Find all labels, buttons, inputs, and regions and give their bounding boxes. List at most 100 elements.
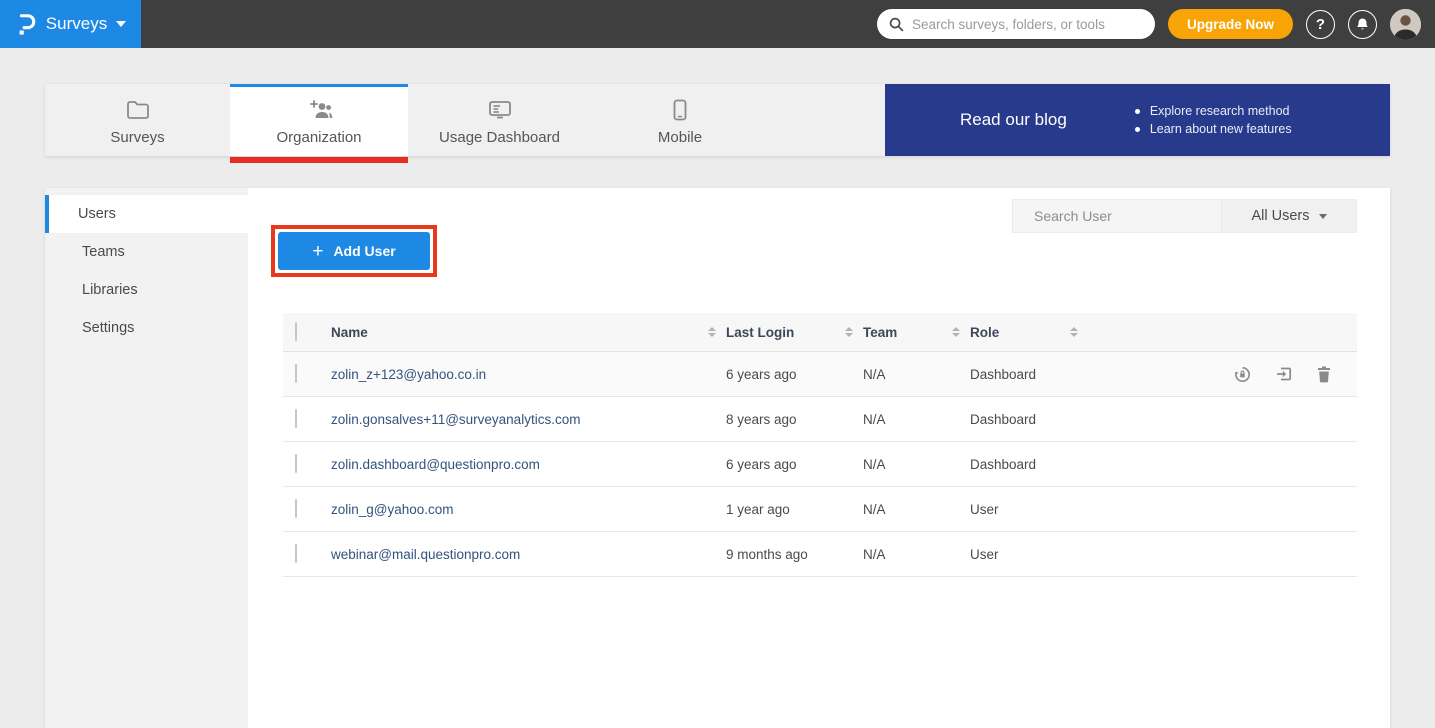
sort-icon[interactable]: [1070, 327, 1078, 337]
user-filter-value: All Users: [1251, 208, 1309, 224]
table-row: zolin.gonsalves+11@surveyanalytics.com 8…: [283, 397, 1357, 442]
product-name: Surveys: [46, 14, 107, 34]
avatar-photo: [1390, 9, 1421, 40]
user-name-link[interactable]: zolin_z+123@yahoo.co.in: [331, 367, 726, 382]
user-name-link[interactable]: webinar@mail.questionpro.com: [331, 547, 726, 562]
row-checkbox[interactable]: [295, 364, 297, 383]
bell-icon: [1355, 17, 1370, 32]
row-checkbox[interactable]: [295, 544, 297, 563]
chevron-down-icon: [1319, 214, 1327, 219]
last-login-cell: 6 years ago: [726, 367, 863, 382]
row-checkbox[interactable]: [295, 454, 297, 473]
table-row: zolin.dashboard@questionpro.com 6 years …: [283, 442, 1357, 487]
person-add-icon: [306, 98, 333, 122]
role-cell: Dashboard: [970, 367, 1088, 382]
col-name: Name: [331, 325, 368, 340]
table-row: zolin_z+123@yahoo.co.in 6 years ago N/A …: [283, 352, 1357, 397]
blog-banner[interactable]: Read our blog Explore research method Le…: [885, 84, 1390, 156]
row-checkbox[interactable]: [295, 409, 297, 428]
last-login-cell: 8 years ago: [726, 412, 863, 427]
login-as-user-icon[interactable]: [1275, 365, 1293, 384]
blog-banner-title: Read our blog: [960, 110, 1067, 130]
module-tabs: Surveys Organization Usage Dashboard: [45, 84, 1390, 156]
user-filter-dropdown[interactable]: All Users: [1222, 199, 1357, 233]
sort-icon[interactable]: [845, 327, 853, 337]
questionpro-logo-icon: [15, 11, 37, 37]
organization-panel: Users Teams Libraries Settings All Users…: [45, 188, 1390, 728]
row-checkbox[interactable]: [295, 499, 297, 518]
blog-bullet: Learn about new features: [1135, 122, 1292, 136]
table-row: zolin_g@yahoo.com 1 year ago N/A User: [283, 487, 1357, 532]
add-user-button[interactable]: + Add User: [278, 232, 430, 270]
select-all-checkbox[interactable]: [295, 322, 297, 341]
tab-label: Usage Dashboard: [439, 129, 560, 146]
col-role: Role: [970, 325, 999, 340]
col-team: Team: [863, 325, 897, 340]
role-cell: Dashboard: [970, 412, 1088, 427]
tab-label: Organization: [276, 129, 361, 146]
global-search[interactable]: [877, 9, 1155, 39]
topbar-actions: Upgrade Now ?: [877, 9, 1435, 40]
users-main: All Users + Add User Name Last Login Tea…: [248, 188, 1390, 728]
tab-organization[interactable]: Organization: [230, 84, 408, 156]
sort-icon[interactable]: [952, 327, 960, 337]
table-header: Name Last Login Team Role: [283, 313, 1357, 352]
search-user-box[interactable]: [1012, 199, 1222, 233]
tab-usage-dashboard[interactable]: Usage Dashboard: [408, 84, 591, 156]
smartphone-icon: [673, 98, 687, 122]
role-cell: Dashboard: [970, 457, 1088, 472]
role-cell: User: [970, 502, 1088, 517]
team-cell: N/A: [863, 367, 970, 382]
tab-surveys[interactable]: Surveys: [45, 84, 230, 156]
dashboard-screen-icon: [488, 98, 512, 122]
bullet-dot-icon: [1135, 109, 1140, 114]
chevron-down-icon: [116, 21, 126, 27]
annotation-underline-organization: [230, 157, 408, 163]
user-name-link[interactable]: zolin_g@yahoo.com: [331, 502, 726, 517]
annotation-box-add-user: + Add User: [271, 225, 437, 277]
tab-label: Surveys: [110, 129, 164, 146]
folder-icon: [126, 98, 150, 122]
tabbar-spacer: [769, 84, 885, 156]
user-filters: All Users: [1012, 199, 1357, 233]
blog-banner-bullets: Explore research method Learn about new …: [1135, 100, 1292, 140]
col-last-login: Last Login: [726, 325, 794, 340]
user-name-link[interactable]: zolin.gonsalves+11@surveyanalytics.com: [331, 412, 726, 427]
search-user-input[interactable]: [1034, 208, 1215, 224]
add-user-label: Add User: [333, 243, 395, 259]
row-actions: [1088, 365, 1357, 384]
sidebar-item-teams[interactable]: Teams: [45, 233, 248, 271]
last-login-cell: 1 year ago: [726, 502, 863, 517]
team-cell: N/A: [863, 457, 970, 472]
notifications-button[interactable]: [1348, 10, 1377, 39]
product-switcher[interactable]: Surveys: [0, 0, 141, 48]
users-table: Name Last Login Team Role zolin_z+123@ya…: [283, 313, 1357, 577]
tab-mobile[interactable]: Mobile: [591, 84, 769, 156]
search-icon: [889, 17, 904, 32]
plus-icon: +: [312, 242, 323, 261]
table-row: webinar@mail.questionpro.com 9 months ag…: [283, 532, 1357, 577]
help-button[interactable]: ?: [1306, 10, 1335, 39]
global-search-input[interactable]: [912, 17, 1143, 32]
team-cell: N/A: [863, 547, 970, 562]
sidebar-item-libraries[interactable]: Libraries: [45, 271, 248, 309]
last-login-cell: 9 months ago: [726, 547, 863, 562]
team-cell: N/A: [863, 412, 970, 427]
question-mark-icon: ?: [1316, 16, 1325, 33]
sidebar-item-users[interactable]: Users: [45, 195, 248, 233]
organization-sidebar: Users Teams Libraries Settings: [45, 188, 248, 728]
sidebar-item-settings[interactable]: Settings: [45, 309, 248, 347]
blog-bullet: Explore research method: [1135, 104, 1292, 118]
user-name-link[interactable]: zolin.dashboard@questionpro.com: [331, 457, 726, 472]
role-cell: User: [970, 547, 1088, 562]
reset-password-icon[interactable]: [1233, 365, 1252, 384]
user-avatar[interactable]: [1390, 9, 1421, 40]
bullet-dot-icon: [1135, 127, 1140, 132]
upgrade-now-button[interactable]: Upgrade Now: [1168, 9, 1293, 39]
tab-label: Mobile: [658, 129, 702, 146]
topbar: Surveys Upgrade Now ?: [0, 0, 1435, 48]
sort-icon[interactable]: [708, 327, 716, 337]
team-cell: N/A: [863, 502, 970, 517]
delete-user-icon[interactable]: [1316, 365, 1332, 384]
last-login-cell: 6 years ago: [726, 457, 863, 472]
